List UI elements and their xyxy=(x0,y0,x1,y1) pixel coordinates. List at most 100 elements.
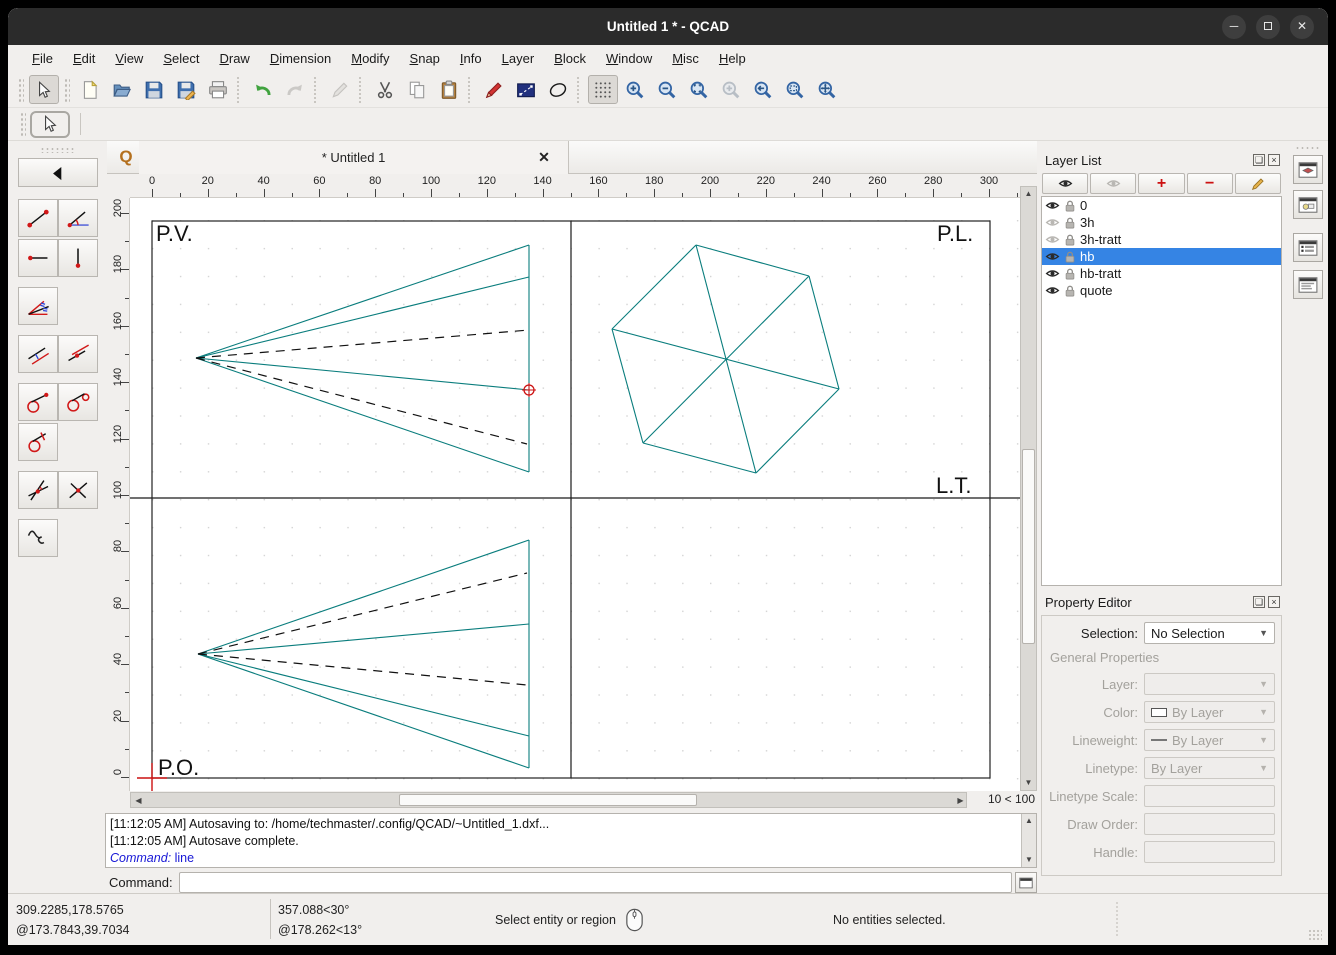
horizontal-scrollbar[interactable]: ◀ ▶ xyxy=(130,792,967,808)
property-painter-button[interactable] xyxy=(511,75,541,104)
ellipse-tool-button[interactable] xyxy=(543,75,573,104)
tangent-point-circle-button[interactable] xyxy=(18,383,58,421)
paste-button[interactable] xyxy=(434,75,464,104)
line-freehand-button[interactable] xyxy=(18,519,58,557)
menu-block[interactable]: Block xyxy=(544,47,596,70)
edit-pen-button[interactable] xyxy=(325,75,355,104)
property-combobox[interactable]: By Layer ▼ xyxy=(1144,729,1275,751)
lock-icon[interactable] xyxy=(1063,250,1077,264)
scroll-up-icon[interactable]: ▲ xyxy=(1022,814,1036,828)
edit-layer-button[interactable] xyxy=(1234,173,1282,194)
tangent-two-circles-button[interactable] xyxy=(58,383,98,421)
lock-icon[interactable] xyxy=(1063,233,1077,247)
add-layer-button[interactable]: + xyxy=(1138,173,1185,194)
undo-button[interactable] xyxy=(248,75,278,104)
open-file-button[interactable] xyxy=(107,75,137,104)
cut-button[interactable] xyxy=(370,75,400,104)
line-parallel-through-point-button[interactable] xyxy=(58,335,98,373)
property-combobox[interactable]: ▼ xyxy=(1144,673,1275,695)
property-input[interactable] xyxy=(1144,785,1275,807)
menu-snap[interactable]: Snap xyxy=(400,47,450,70)
draw-pencil-button[interactable] xyxy=(479,75,509,104)
close-button[interactable]: ✕ xyxy=(1290,15,1314,39)
copy-button[interactable] xyxy=(402,75,432,104)
lock-icon[interactable] xyxy=(1063,267,1077,281)
palette-back-button[interactable] xyxy=(18,158,98,187)
resize-grip[interactable] xyxy=(1308,929,1322,941)
selection-tool-button[interactable] xyxy=(29,75,59,104)
layer-list-panel-toggle[interactable] xyxy=(1293,155,1323,184)
property-combobox[interactable]: By Layer ▼ xyxy=(1144,757,1275,779)
menu-help[interactable]: Help xyxy=(709,47,756,70)
menu-select[interactable]: Select xyxy=(153,47,209,70)
property-input[interactable] xyxy=(1144,813,1275,835)
auto-zoom-button[interactable] xyxy=(684,75,714,104)
tab-close-icon[interactable]: ✕ xyxy=(535,148,553,166)
hide-all-layers-button[interactable] xyxy=(1090,173,1137,194)
line-orthogonal-button[interactable] xyxy=(58,471,98,509)
menu-window[interactable]: Window xyxy=(596,47,662,70)
print-button[interactable] xyxy=(203,75,233,104)
document-tab[interactable]: * Untitled 1 ✕ xyxy=(139,141,569,174)
minimize-button[interactable]: ─ xyxy=(1222,15,1246,39)
save-as-button[interactable] xyxy=(171,75,201,104)
eye-visible-icon[interactable] xyxy=(1045,266,1060,281)
zoom-selection-button[interactable] xyxy=(716,75,746,104)
layer-row-hb[interactable]: hb xyxy=(1042,248,1281,265)
viewport[interactable]: P.V. P.L. L.T. P.O. xyxy=(130,198,1020,791)
current-tool-button[interactable] xyxy=(30,110,70,138)
menu-misc[interactable]: Misc xyxy=(662,47,709,70)
layer-row-quote[interactable]: quote xyxy=(1042,282,1281,299)
float-panel-icon[interactable]: ❏ xyxy=(1253,154,1265,166)
selection-combobox[interactable]: No Selection ▼ xyxy=(1144,622,1275,644)
line-angle-button[interactable] xyxy=(58,199,98,237)
line-horizontal-button[interactable] xyxy=(18,239,58,277)
scroll-down-icon[interactable]: ▼ xyxy=(1021,776,1036,790)
close-panel-icon[interactable]: × xyxy=(1268,596,1280,608)
eye-visible-icon[interactable] xyxy=(1045,249,1060,264)
block-list-panel-toggle[interactable] xyxy=(1293,190,1323,219)
scroll-left-icon[interactable]: ◀ xyxy=(131,793,146,807)
maximize-button[interactable] xyxy=(1256,15,1280,39)
layer-row-3h[interactable]: 3h xyxy=(1042,214,1281,231)
redo-button[interactable] xyxy=(280,75,310,104)
new-file-button[interactable] xyxy=(75,75,105,104)
menu-file[interactable]: File xyxy=(22,47,63,70)
angle-bisector-button[interactable] xyxy=(18,287,58,325)
save-file-button[interactable] xyxy=(139,75,169,104)
previous-view-button[interactable] xyxy=(748,75,778,104)
close-panel-icon[interactable]: × xyxy=(1268,154,1280,166)
eye-hidden-icon[interactable] xyxy=(1045,215,1060,230)
line-vertical-button[interactable] xyxy=(58,239,98,277)
menu-view[interactable]: View xyxy=(105,47,153,70)
property-input[interactable] xyxy=(1144,841,1275,863)
menu-info[interactable]: Info xyxy=(450,47,492,70)
command-input[interactable] xyxy=(178,872,1012,893)
lock-icon[interactable] xyxy=(1063,199,1077,213)
layer-row-hb-tratt[interactable]: hb-tratt xyxy=(1042,265,1281,282)
menu-dimension[interactable]: Dimension xyxy=(260,47,341,70)
line-parallel-button[interactable] xyxy=(18,335,58,373)
scroll-up-icon[interactable]: ▲ xyxy=(1021,187,1036,201)
zoom-window-button[interactable] xyxy=(780,75,810,104)
grid-toggle-button[interactable] xyxy=(588,75,618,104)
vertical-scroll-thumb[interactable] xyxy=(1022,449,1035,644)
layer-row-3h-tratt[interactable]: 3h-tratt xyxy=(1042,231,1281,248)
pan-button[interactable] xyxy=(812,75,842,104)
eye-visible-icon[interactable] xyxy=(1045,198,1060,213)
command-window-toggle-button[interactable] xyxy=(1015,872,1037,893)
horizontal-scroll-thumb[interactable] xyxy=(399,794,697,806)
lock-icon[interactable] xyxy=(1063,284,1077,298)
command-line-panel-toggle[interactable] xyxy=(1293,270,1323,299)
menu-modify[interactable]: Modify xyxy=(341,47,399,70)
history-scrollbar[interactable]: ▲ ▼ xyxy=(1021,814,1036,867)
menu-edit[interactable]: Edit xyxy=(63,47,105,70)
layer-row-0[interactable]: 0 xyxy=(1042,197,1281,214)
lock-icon[interactable] xyxy=(1063,216,1077,230)
zoom-out-button[interactable] xyxy=(652,75,682,104)
remove-layer-button[interactable]: − xyxy=(1186,173,1233,194)
scroll-down-icon[interactable]: ▼ xyxy=(1022,853,1036,867)
menu-layer[interactable]: Layer xyxy=(492,47,545,70)
float-panel-icon[interactable]: ❏ xyxy=(1253,596,1265,608)
vertical-scrollbar[interactable]: ▲ ▼ xyxy=(1020,186,1037,791)
